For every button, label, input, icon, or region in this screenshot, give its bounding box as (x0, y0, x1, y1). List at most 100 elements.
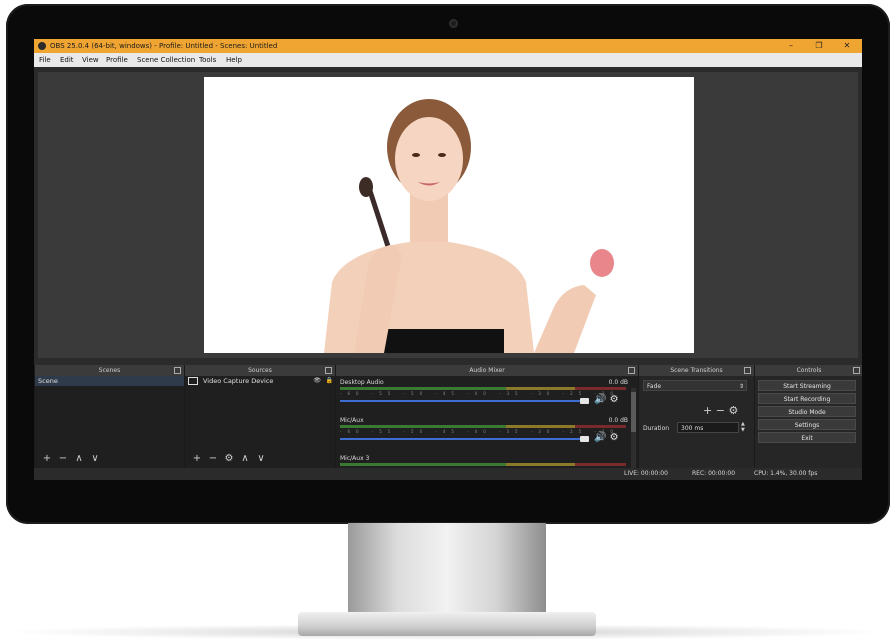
source-item[interactable]: Video Capture Device 👁 🔒 (185, 376, 335, 386)
volume-meter (340, 463, 626, 466)
minimize-button[interactable]: – (778, 39, 804, 53)
remove-transition-button[interactable]: − (716, 404, 725, 417)
mixer-track-mic-aux: Mic/Aux 0.0 dB -60 -55 -50 -45 -40 -35 -… (336, 417, 636, 455)
source-item-label: Video Capture Device (203, 377, 274, 385)
scenes-toolbar: + − ∧ ∨ (39, 453, 103, 465)
window-title: OBS 25.0.4 (64-bit, windows) - Profile: … (50, 42, 278, 50)
volume-slider-knob[interactable] (580, 398, 589, 404)
sources-dock: Sources Video Capture Device 👁 🔒 + − ⚙ ∧ ∨ (184, 365, 335, 468)
monitor-stand-base (298, 612, 596, 636)
volume-meter (340, 387, 626, 390)
dock-float-icon[interactable] (325, 367, 332, 374)
preview-canvas[interactable] (204, 77, 694, 353)
mixer-body: Desktop Audio 0.0 dB -60 -55 -50 -45 -40… (336, 376, 638, 476)
status-bar: LIVE: 00:00:00 REC: 00:00:00 CPU: 1.4%, … (34, 468, 862, 480)
controls-dock: Controls Start Streaming Start Recording… (754, 365, 862, 468)
add-source-button[interactable]: + (189, 453, 205, 465)
rec-timer: REC: 00:00:00 (692, 470, 736, 477)
dock-float-icon[interactable] (853, 367, 860, 374)
title-bar: OBS 25.0.4 (64-bit, windows) - Profile: … (34, 39, 862, 53)
scrollbar-thumb[interactable] (631, 392, 636, 432)
source-down-button[interactable]: ∨ (253, 453, 269, 465)
mixer-track-mic-aux-3: Mic/Aux 3 (336, 455, 636, 467)
chevron-updown-icon: ⇕ (738, 383, 744, 390)
scenes-dock: Scenes Scene + − ∧ ∨ (34, 365, 184, 468)
cpu-fps-status: CPU: 1.4%, 30.00 fps (754, 470, 818, 477)
volume-slider-knob[interactable] (580, 436, 589, 442)
menu-scene-collection[interactable]: Scene Collection (137, 53, 195, 67)
gear-icon[interactable]: ⚙ (610, 432, 619, 443)
transition-selected-value: Fade (647, 383, 662, 390)
speaker-icon[interactable]: 🔊 (594, 394, 606, 405)
source-properties-gear-icon[interactable]: ⚙ (221, 453, 237, 465)
studio-mode-button[interactable]: Studio Mode (758, 406, 856, 417)
meter-scale: -60 -55 -50 -45 -40 -35 -30 -25 -20 -15 … (340, 391, 626, 396)
menu-tools[interactable]: Tools (199, 53, 216, 67)
volume-meter (340, 425, 626, 428)
volume-slider[interactable] (340, 436, 589, 442)
menu-view[interactable]: View (82, 53, 99, 67)
track-controls: 🔊 ⚙ (594, 432, 619, 443)
source-up-button[interactable]: ∧ (237, 453, 253, 465)
transitions-header: Scene Transitions (639, 365, 754, 376)
scene-item[interactable]: Scene (35, 376, 184, 386)
mixer-header: Audio Mixer (336, 365, 638, 376)
audio-mixer-dock: Audio Mixer Desktop Audio 0.0 dB -60 -55… (335, 365, 638, 476)
sources-header: Sources (185, 365, 335, 376)
obs-window: OBS 25.0.4 (64-bit, windows) - Profile: … (34, 39, 862, 480)
track-db: 0.0 dB (608, 379, 628, 386)
scene-up-button[interactable]: ∧ (71, 453, 87, 465)
camera-source-icon (188, 377, 198, 385)
video-capture-preview-image (324, 99, 614, 353)
menu-profile[interactable]: Profile (106, 53, 128, 67)
remove-source-button[interactable]: − (205, 453, 221, 465)
duration-label: Duration (643, 425, 670, 432)
maximize-button[interactable]: ❐ (806, 39, 832, 53)
scene-down-button[interactable]: ∨ (87, 453, 103, 465)
visibility-eye-icon[interactable]: 👁 (313, 376, 321, 386)
start-streaming-button[interactable]: Start Streaming (758, 380, 856, 391)
sources-toolbar: + − ⚙ ∧ ∨ (189, 453, 269, 465)
menu-bar: File Edit View Profile Scene Collection … (34, 53, 862, 67)
webcam-icon (449, 19, 458, 28)
dock-float-icon[interactable] (628, 367, 635, 374)
settings-button[interactable]: Settings (758, 419, 856, 430)
transition-gear-icon[interactable]: ⚙ (728, 404, 738, 417)
track-name: Desktop Audio (340, 379, 384, 386)
dock-float-icon[interactable] (174, 367, 181, 374)
menu-edit[interactable]: Edit (60, 53, 74, 67)
scenes-header: Scenes (35, 365, 184, 376)
controls-body: Start Streaming Start Recording Studio M… (755, 376, 862, 468)
close-button[interactable]: ✕ (834, 39, 860, 53)
speaker-icon[interactable]: 🔊 (594, 432, 606, 443)
scene-transitions-dock: Scene Transitions Fade ⇕ + − ⚙ Duration … (638, 365, 754, 468)
preview-area (38, 72, 858, 358)
menu-help[interactable]: Help (226, 53, 242, 67)
controls-header: Controls (755, 365, 862, 376)
duration-input[interactable]: 300 ms (677, 422, 739, 433)
track-db: 0.0 dB (608, 417, 628, 424)
transition-toolbar: + − ⚙ (703, 404, 738, 417)
lock-icon[interactable]: 🔒 (326, 376, 333, 386)
scenes-title: Scenes (98, 367, 121, 374)
mixer-track-desktop-audio: Desktop Audio 0.0 dB -60 -55 -50 -45 -40… (336, 379, 636, 417)
volume-slider[interactable] (340, 398, 589, 404)
track-name: Mic/Aux 3 (340, 455, 370, 462)
track-controls: 🔊 ⚙ (594, 394, 619, 405)
track-name: Mic/Aux (340, 417, 364, 424)
dock-float-icon[interactable] (744, 367, 751, 374)
controls-title: Controls (796, 367, 822, 374)
remove-scene-button[interactable]: − (55, 453, 71, 465)
mixer-scrollbar[interactable] (631, 388, 636, 476)
gear-icon[interactable]: ⚙ (610, 394, 619, 405)
exit-button[interactable]: Exit (758, 432, 856, 443)
duration-spinner[interactable]: ▲ ▼ (741, 421, 745, 433)
transition-select[interactable]: Fade ⇕ (643, 380, 747, 391)
start-recording-button[interactable]: Start Recording (758, 393, 856, 404)
obs-logo-icon (38, 42, 46, 50)
add-scene-button[interactable]: + (39, 453, 55, 465)
meter-scale: -60 -55 -50 -45 -40 -35 -30 -25 -20 -15 … (340, 429, 626, 434)
menu-file[interactable]: File (39, 53, 51, 67)
mixer-title: Audio Mixer (469, 367, 505, 374)
add-transition-button[interactable]: + (703, 404, 712, 417)
